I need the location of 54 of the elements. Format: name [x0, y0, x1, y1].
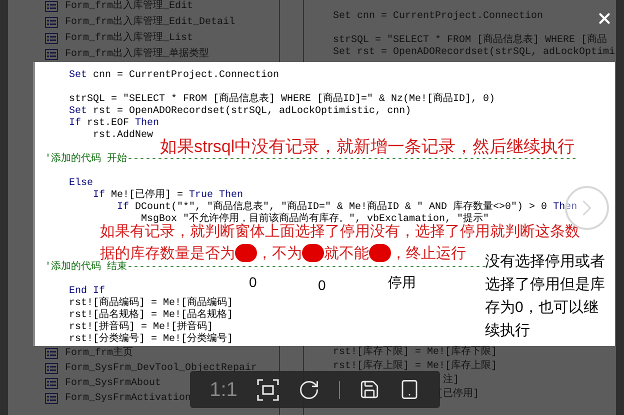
code-comment: '添加的代码 开始---------------------------------------------------------------------------: [45, 154, 578, 166]
form-icon: [45, 33, 58, 44]
tree-item[interactable]: Form_frm出入库管理_Edit_Detail: [65, 15, 236, 30]
ink-blot: [369, 244, 391, 262]
tree-item[interactable]: Form_frm主页: [65, 346, 134, 361]
form-icon: [45, 378, 58, 389]
close-button[interactable]: [596, 10, 613, 27]
form-icon: [45, 393, 58, 404]
rotate-icon[interactable]: [298, 378, 320, 400]
annotation-text: 如果有记录，就判断窗体上面选择了停用没有，选择了停用就判断这条数: [100, 224, 580, 239]
code-line: rst![库存下限] = Me![库存下限]: [333, 346, 498, 360]
code-line: rst.AddNew: [92, 130, 154, 142]
form-icon: [45, 348, 58, 359]
ink-blot: [302, 244, 324, 262]
code-line: If rst.EOF Then: [68, 118, 160, 130]
handwritten-text: 0: [249, 275, 257, 290]
code-line: Set rst = OpenADORecordset(strSQL, adLockOptimistic, cnn): [68, 106, 412, 118]
fit-screen-icon[interactable]: [256, 378, 279, 400]
annotation-text: 就不能: [324, 246, 369, 260]
code-line: strSQL = "SELECT * FROM [商品信息表] WHERE [商品ID]=" & Nz(Me![商品ID], 0): [68, 94, 496, 106]
tree-item[interactable]: Form_frm出入库管理_单据类型: [65, 47, 210, 62]
annotation-text: 据的库存数量是否为: [100, 246, 235, 260]
code-line: rst![库存上限] = Me![库存上限]: [333, 360, 498, 374]
code-line: rst![品名规格] = Me![品名规格]: [68, 310, 234, 321]
ink-blot: [235, 244, 257, 262]
close-icon: [596, 10, 613, 27]
code-line: Else: [68, 178, 94, 190]
annotation-text: 如果strsql中没有记录，就新增一条记录，然后继续执行: [160, 139, 575, 155]
code-fragment: 注]: [443, 374, 460, 388]
tree-item[interactable]: Form_frm出入库管理_List: [65, 31, 194, 46]
side-note: 没有选择停用或者选择了停用但是库存为0，也可以继续执行: [485, 252, 606, 341]
code-line: rst![商品编码] = Me![商品编码]: [68, 298, 234, 309]
code-line: rst![拼音码] = Me![拼音码]: [68, 322, 214, 333]
tree-item[interactable]: Form_SysFrm_DevTool_ObjectRepair: [65, 361, 258, 376]
handwritten-text: 停用: [388, 275, 416, 290]
annotation-text: ，终止运行: [391, 246, 466, 260]
code-line: strSQL = "SELECT * FROM [商品信息表] WHERE [商品: [333, 35, 608, 46]
handwritten-text: 0: [318, 278, 326, 293]
annotation-text: ，不为: [257, 246, 302, 260]
form-icon: [45, 363, 58, 374]
form-icon: [45, 17, 58, 28]
code-line: Set cnn = CurrentProject.Connection: [333, 11, 544, 23]
actual-size-button[interactable]: 1:1: [210, 378, 238, 400]
code-line: Set cnn = CurrentProject.Connection: [68, 70, 280, 82]
form-icon: [45, 1, 58, 12]
code-line: If Me![已停用] = True Then: [92, 190, 244, 201]
tree-item[interactable]: Form_SysFrmAbout: [65, 376, 162, 391]
code-fragment: [已停用]: [437, 388, 480, 402]
save-icon[interactable]: [359, 379, 380, 400]
form-icon: [45, 49, 58, 60]
code-line: rst![分类编号] = Me![分类编号]: [68, 334, 234, 346]
code-line: End If: [68, 286, 106, 297]
tree-item[interactable]: Form_SysFrmActivation: [65, 391, 192, 406]
code-line: Set rst = OpenADORecordset(strSQL, adLockOptimi: [333, 47, 616, 59]
